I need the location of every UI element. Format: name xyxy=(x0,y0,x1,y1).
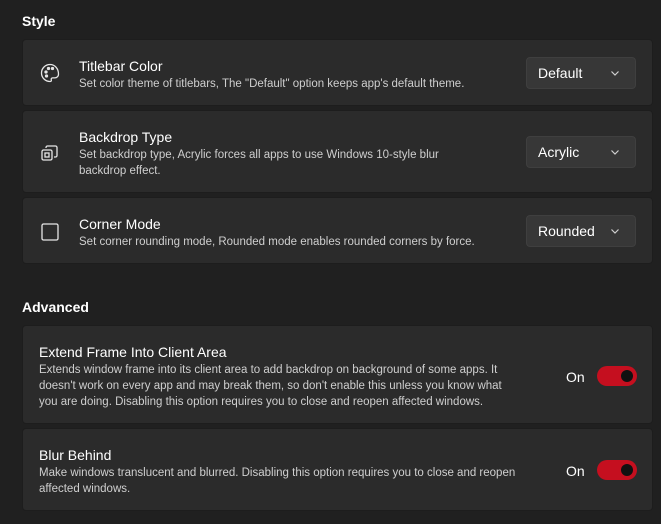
chevron-down-icon xyxy=(611,229,619,234)
setting-description-line: affected windows. xyxy=(39,483,131,495)
setting-description-line: Make windows translucent and blurred. Di… xyxy=(39,467,516,479)
chevron-down-icon xyxy=(611,150,619,155)
setting-corner-mode: Corner Mode Set corner rounding mode, Ro… xyxy=(22,197,653,264)
setting-title: Extend Frame Into Client Area xyxy=(39,344,227,360)
toggle-knob xyxy=(621,464,633,476)
square-icon xyxy=(39,221,61,243)
setting-blur-behind: Blur Behind Make windows translucent and… xyxy=(22,428,653,511)
setting-title: Backdrop Type xyxy=(79,129,173,145)
setting-description-line: you are doing. Disabling this option req… xyxy=(39,396,484,408)
toggle-state-label: On xyxy=(566,463,585,479)
setting-description: Set corner rounding mode, Rounded mode e… xyxy=(79,236,475,248)
titlebar-color-dropdown[interactable]: Default xyxy=(526,57,636,89)
setting-description-line: Set backdrop type, Acrylic forces all ap… xyxy=(79,149,439,161)
chevron-down-icon xyxy=(611,71,619,76)
section-title-style: Style xyxy=(22,13,56,29)
setting-description: Set color theme of titlebars, The "Defau… xyxy=(79,78,465,90)
setting-title: Titlebar Color xyxy=(79,58,163,74)
setting-title: Blur Behind xyxy=(39,447,112,463)
setting-titlebar-color: Titlebar Color Set color theme of titleb… xyxy=(22,39,653,106)
dropdown-value: Rounded xyxy=(538,223,595,239)
setting-description-line: Extends window frame into its client are… xyxy=(39,364,498,376)
toggle-knob xyxy=(621,370,633,382)
palette-icon xyxy=(39,62,61,84)
extend-frame-toggle[interactable] xyxy=(597,366,637,386)
corner-mode-dropdown[interactable]: Rounded xyxy=(526,215,636,247)
backdrop-icon xyxy=(39,142,61,164)
setting-backdrop-type: Backdrop Type Set backdrop type, Acrylic… xyxy=(22,110,653,193)
setting-description-line: doesn't work on every app and may break … xyxy=(39,380,502,392)
blur-behind-toggle[interactable] xyxy=(597,460,637,480)
setting-description-line: backdrop effect. xyxy=(79,165,161,177)
setting-extend-frame: Extend Frame Into Client Area Extends wi… xyxy=(22,325,653,424)
dropdown-value: Default xyxy=(538,65,583,81)
toggle-state-label: On xyxy=(566,369,585,385)
backdrop-type-dropdown[interactable]: Acrylic xyxy=(526,136,636,168)
setting-title: Corner Mode xyxy=(79,216,161,232)
dropdown-value: Acrylic xyxy=(538,144,580,160)
section-title-advanced: Advanced xyxy=(22,299,89,315)
